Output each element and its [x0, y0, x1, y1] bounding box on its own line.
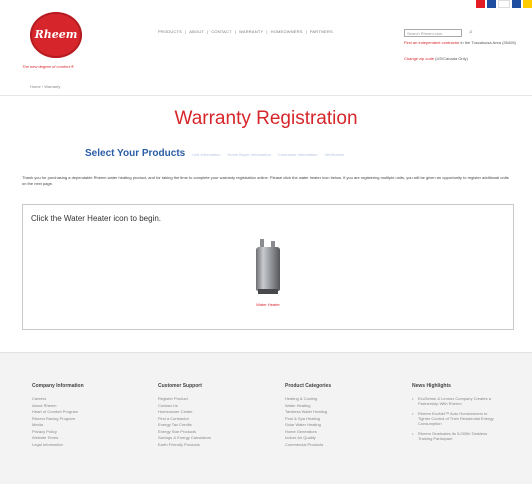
search-icon[interactable]: ⌕ [466, 28, 476, 38]
contractor-area: in the Tuscaloosa Area (35405) [460, 40, 516, 45]
nav-separator: | [305, 29, 307, 34]
panel-title: Click the Water Heater icon to begin. [31, 214, 161, 223]
product-selection-panel: Click the Water Heater icon to begin. Wa… [22, 204, 514, 330]
registration-steps: Select Your Products Unit Information Ho… [85, 148, 344, 159]
footer-link[interactable]: Earth Friendly Products [158, 442, 211, 449]
rheem-logo[interactable]: Rheem [30, 12, 82, 58]
footer-heading: Company Information [32, 383, 84, 389]
nav-homeowners[interactable]: HOMEOWNERS [271, 29, 303, 34]
footer-heading: Product Categories [285, 383, 332, 389]
country-selector[interactable] [476, 0, 532, 8]
contractor-locator: Find an independent contractor in the Tu… [404, 40, 524, 46]
heater-base [258, 289, 278, 294]
breadcrumb: Home › Warranty [30, 84, 60, 89]
header-divider [0, 95, 532, 96]
flag-icon[interactable] [498, 0, 510, 8]
footer-news-column: News Highlights EcoSense & Lennox Compan… [412, 383, 498, 446]
step-select-products: Select Your Products [85, 148, 186, 159]
nav-separator: | [266, 29, 268, 34]
nav-separator: | [207, 29, 209, 34]
flag-icon[interactable] [511, 0, 521, 8]
step-unit-information: Unit Information [192, 152, 221, 157]
breadcrumb-separator: › [41, 84, 44, 89]
nav-partners[interactable]: PARTNERS [310, 29, 333, 34]
footer-link[interactable]: Heart of Comfort Program [32, 409, 84, 416]
site-header: Rheem The new degree of comfort.® PRODUC… [0, 0, 532, 96]
news-item[interactable]: Rheem Graduates Its 5,000th Tankless Tra… [412, 431, 498, 441]
flag-icon[interactable] [522, 0, 532, 8]
nav-about[interactable]: ABOUT [189, 29, 204, 34]
search-input[interactable]: Search Rheem.com [404, 29, 462, 37]
footer-support-column: Customer Support Register Product Contac… [158, 383, 211, 448]
footer-link[interactable]: Tankless Water Heating [285, 409, 331, 416]
footer-heading: News Highlights [412, 383, 451, 389]
news-item[interactable]: Rheem EcoNet™ Auto Homeowners to Tighter… [412, 411, 498, 426]
nav-contact[interactable]: CONTACT [211, 29, 231, 34]
step-home-buyer-information: Home Buyer Information [227, 152, 271, 157]
flag-icon[interactable] [476, 0, 486, 8]
heater-tank [256, 247, 280, 291]
tagline: The new degree of comfort.® [22, 64, 74, 69]
step-verification: Verification [324, 152, 345, 157]
footer-link[interactable]: Legal Information [32, 442, 84, 449]
breadcrumb-current: Warranty [44, 84, 61, 89]
breadcrumb-home[interactable]: Home [30, 84, 41, 89]
site-footer: Company Information Careers About Rheem … [0, 352, 532, 484]
water-heater-icon[interactable] [253, 239, 283, 297]
footer-link[interactable]: Savings & Energy Calculators [158, 435, 211, 442]
logo-text: Rheem [34, 28, 78, 41]
news-item[interactable]: EcoSense & Lennox Company Creates a Part… [412, 396, 498, 406]
water-heater-label[interactable]: Water Heater [23, 302, 513, 307]
footer-heading: Customer Support [158, 383, 202, 389]
change-zip-link[interactable]: Change zip code [404, 56, 434, 61]
nav-warranty[interactable]: WARRANTY [239, 29, 263, 34]
footer-company-column: Company Information Careers About Rheem … [32, 383, 84, 448]
zip-note: (US/Canada Only) [435, 56, 468, 61]
flag-icon[interactable] [487, 0, 497, 8]
nav-products[interactable]: PRODUCTS [158, 29, 182, 34]
nav-separator: | [185, 29, 187, 34]
page-title: Warranty Registration [174, 108, 358, 129]
step-contractor-information: Contractor Information [277, 152, 318, 157]
main-nav: PRODUCTS | ABOUT | CONTACT | WARRANTY | … [158, 29, 333, 34]
nav-separator: | [234, 29, 237, 34]
footer-categories-column: Product Categories Heating & Cooling Wat… [285, 383, 331, 448]
find-contractor-link[interactable]: Find an independent contractor [404, 40, 459, 45]
intro-text: Thank you for purchasing a dependable Rh… [22, 175, 509, 186]
zip-line: Change zip code (US/Canada Only) [404, 56, 468, 61]
footer-link[interactable]: Commercial Products [285, 442, 331, 449]
